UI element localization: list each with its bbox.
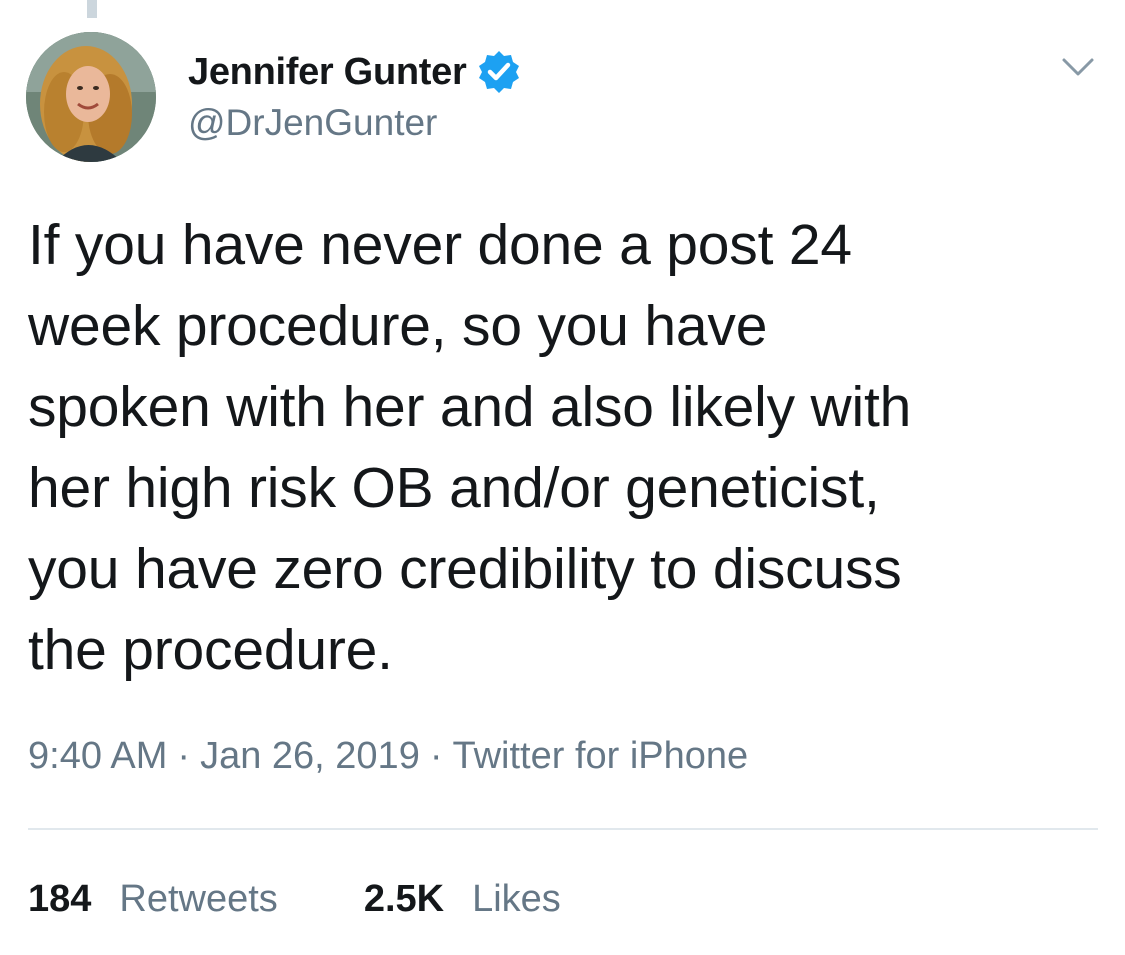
tweet-text: If you have never done a post 24 week pr…	[28, 213, 912, 682]
retweets-label: Retweets	[119, 878, 278, 920]
display-name[interactable]: Jennifer Gunter	[188, 51, 467, 94]
avatar-photo	[26, 32, 156, 162]
tweet-source-link[interactable]: Twitter for iPhone	[452, 735, 748, 777]
tweet-time[interactable]: 9:40 AM	[28, 735, 167, 777]
likes-label: Likes	[472, 878, 561, 920]
engagement-stats: 184 Retweets 2.5K Likes	[28, 878, 561, 921]
chevron-down-icon[interactable]	[1058, 52, 1098, 82]
likes-count: 2.5K	[363, 878, 445, 920]
meta-separator: ·	[177, 735, 191, 777]
divider	[28, 828, 1098, 830]
retweets-count: 184	[28, 878, 92, 920]
avatar[interactable]	[26, 32, 156, 162]
verified-badge-icon	[476, 49, 522, 95]
user-handle[interactable]: @DrJenGunter	[188, 102, 522, 144]
tweet-date[interactable]: Jan 26, 2019	[200, 735, 420, 777]
thread-connector-line	[87, 0, 97, 18]
tweet-meta: 9:40 AM · Jan 26, 2019 · Twitter for iPhone	[28, 735, 748, 778]
retweets-stat[interactable]: 184 Retweets	[28, 878, 278, 921]
likes-stat[interactable]: 2.5K Likes	[364, 878, 561, 921]
author-block[interactable]: Jennifer Gunter @DrJenGunter	[188, 48, 522, 144]
meta-separator: ·	[429, 735, 443, 777]
